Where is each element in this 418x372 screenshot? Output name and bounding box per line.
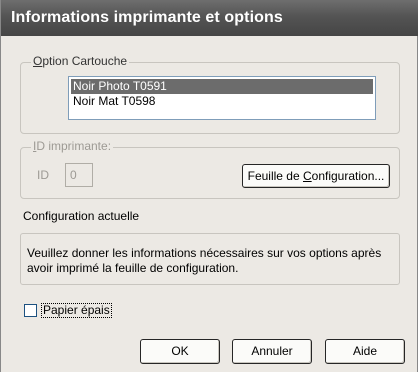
help-button[interactable]: Aide: [325, 339, 405, 364]
cartridge-option-photo-black[interactable]: Noir Photo T0591: [71, 79, 373, 94]
configuration-sheet-button[interactable]: Feuille de Configuration...: [242, 164, 390, 188]
printer-info-dialog: Informations imprimante et options Optio…: [0, 0, 418, 372]
title-bar[interactable]: Informations imprimante et options: [1, 0, 418, 36]
thick-paper-checkbox[interactable]: [24, 304, 37, 317]
info-text-line-2: avoir imprimé la feuille de configuratio…: [27, 261, 239, 275]
configuration-info-box: Veuillez donner les informations nécessa…: [20, 233, 400, 285]
id-field-label: ID: [37, 168, 49, 182]
window-title: Informations imprimante et options: [11, 9, 283, 26]
thick-paper-label[interactable]: Papier épais: [41, 303, 112, 318]
id-input[interactable]: 0: [65, 163, 93, 187]
cartridge-listbox[interactable]: Noir Photo T0591 Noir Mat T0598: [68, 76, 376, 120]
printer-id-label: ID imprimante:: [31, 139, 114, 153]
cartridge-option-matte-black[interactable]: Noir Mat T0598: [69, 94, 375, 109]
current-configuration-title: Configuration actuelle: [23, 209, 140, 223]
cartridge-option-label: Option Cartouche: [31, 54, 130, 68]
cancel-button[interactable]: Annuler: [232, 339, 312, 364]
ok-button[interactable]: OK: [140, 339, 220, 364]
info-text-line-1: Veuillez donner les informations nécessa…: [27, 246, 382, 260]
